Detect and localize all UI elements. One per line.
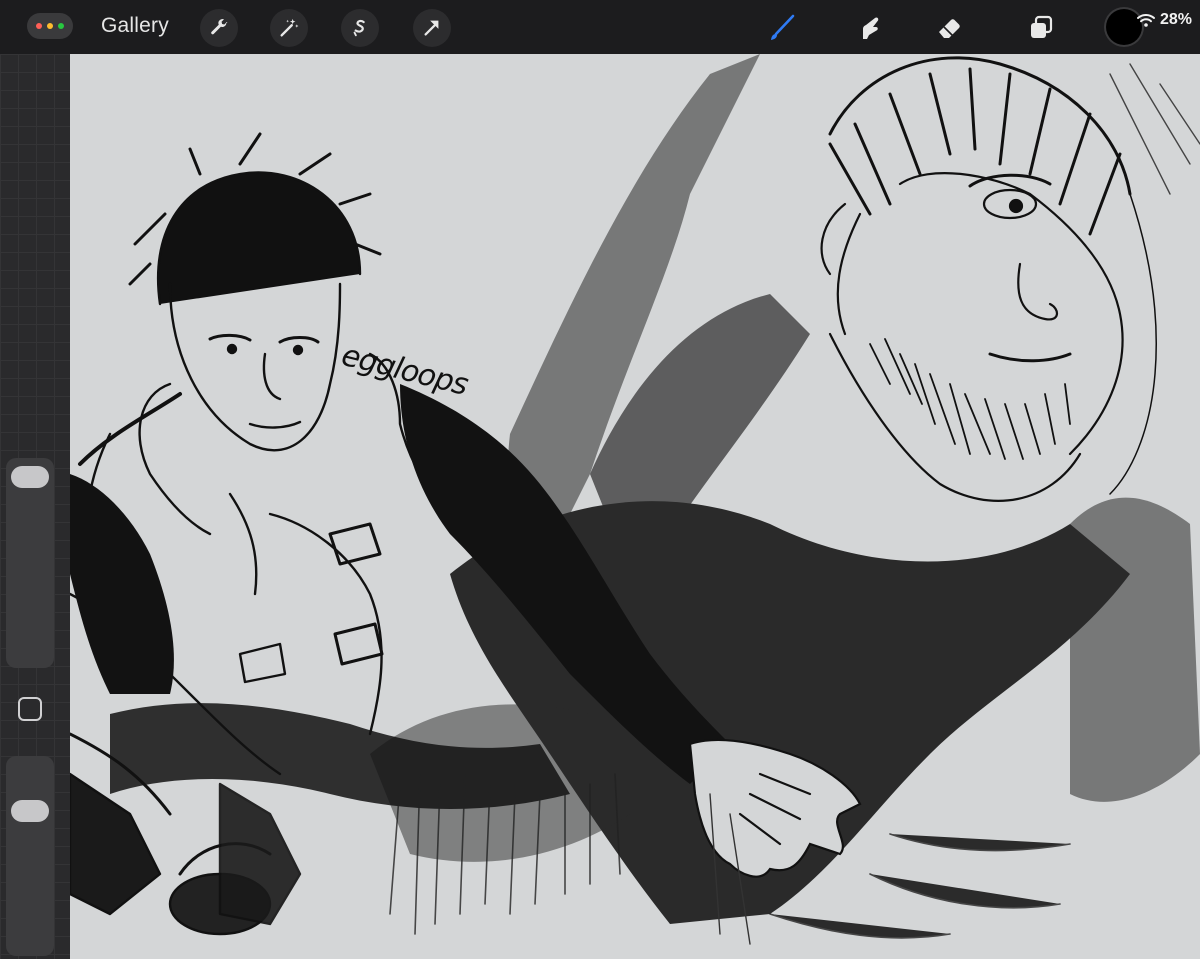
wrench-icon <box>211 19 228 35</box>
eraser-button[interactable] <box>930 8 970 48</box>
layers-button[interactable] <box>1021 8 1061 48</box>
top-toolbar: Gallery 28% <box>0 0 1200 54</box>
brush-size-slider[interactable] <box>6 458 54 668</box>
transform-button[interactable] <box>413 9 451 47</box>
modify-button[interactable] <box>18 697 42 721</box>
close-dot-icon <box>36 23 42 29</box>
brush-button[interactable] <box>762 8 802 48</box>
wifi-icon <box>1136 14 1155 27</box>
drawing-canvas[interactable]: eggloops <box>70 54 1200 959</box>
gallery-button[interactable]: Gallery <box>101 14 169 38</box>
selection-button[interactable] <box>341 9 379 47</box>
opacity-slider-thumb[interactable] <box>11 800 49 822</box>
brush-size-slider-thumb[interactable] <box>11 466 49 488</box>
actions-button[interactable] <box>200 9 238 47</box>
zoom-dot-icon <box>58 23 64 29</box>
window-controls-button[interactable] <box>27 13 73 39</box>
status-bar: 28% <box>1136 11 1192 29</box>
smudge-button[interactable] <box>850 8 890 48</box>
layers-icon <box>1031 15 1053 38</box>
adjustments-button[interactable] <box>270 9 308 47</box>
smudge-finger-icon <box>863 17 879 39</box>
arrow-cursor-icon <box>424 20 439 36</box>
left-sidebar <box>0 54 70 959</box>
brush-icon <box>771 14 795 40</box>
eraser-icon <box>939 19 960 38</box>
magic-wand-icon <box>280 18 299 37</box>
battery-percentage: 28% <box>1159 11 1192 28</box>
minimize-dot-icon <box>47 23 53 29</box>
opacity-slider[interactable] <box>6 756 54 956</box>
sketch-artwork: eggloops <box>70 54 1200 945</box>
bearded-man-sketch <box>820 56 1200 502</box>
selection-s-icon <box>353 19 365 37</box>
